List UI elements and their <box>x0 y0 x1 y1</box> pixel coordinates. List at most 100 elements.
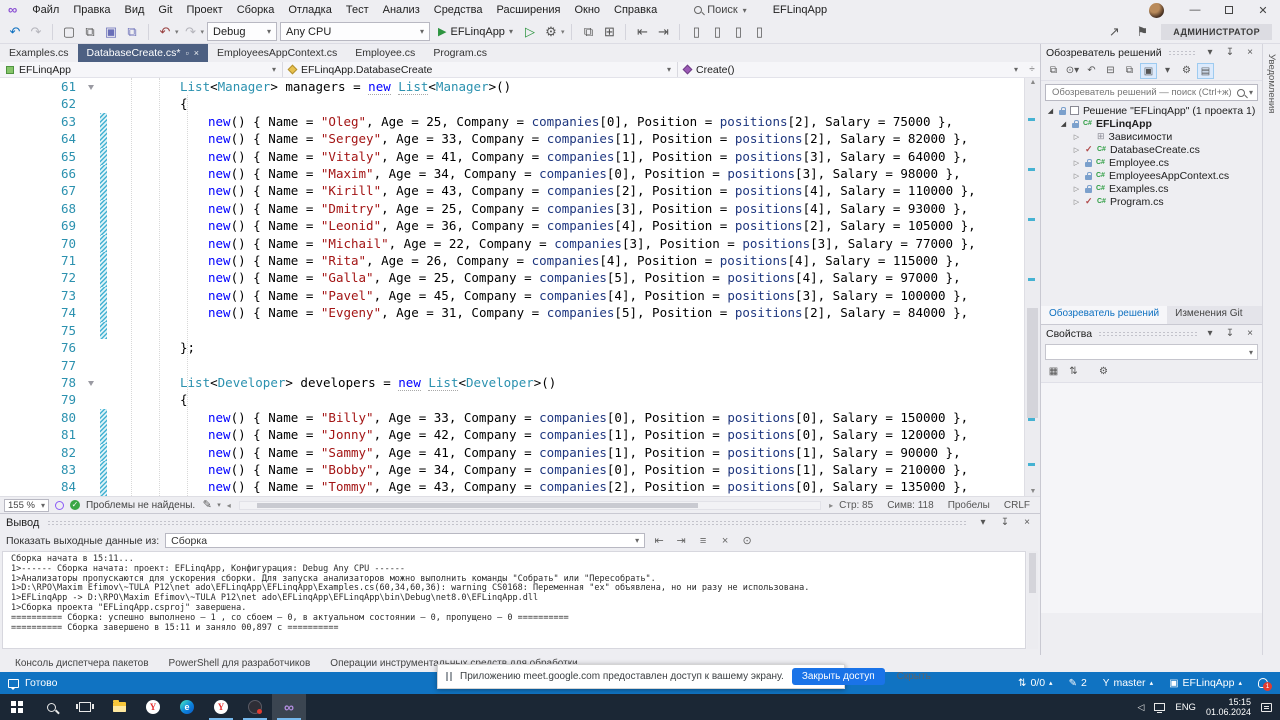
platform-dropdown[interactable]: Any CPU ▾ <box>280 22 431 41</box>
expanded-arrow-icon[interactable]: ◢ <box>1059 120 1068 128</box>
menu-item[interactable]: Справка <box>607 0 664 20</box>
taskbar-screen-share-button[interactable] <box>238 694 272 720</box>
code-line[interactable]: 64 new() { Name = "Sergey", Age = 33, Com… <box>0 130 1024 148</box>
breadcrumb-segment[interactable]: Create() ▾ <box>678 62 1024 77</box>
clock[interactable]: 15:15 01.06.2024 <box>1206 697 1251 717</box>
properties-grid[interactable] <box>1041 383 1262 613</box>
code-line[interactable]: 62 { <box>0 95 1024 112</box>
user-avatar[interactable] <box>1149 2 1164 18</box>
scroll-up-icon[interactable]: ▲ <box>1025 79 1041 86</box>
code-line[interactable]: 78 List<Developer> developers = new List<… <box>0 374 1024 391</box>
code-line[interactable]: 63 new() { Name = "Oleg", Age = 25, Compa… <box>0 112 1024 131</box>
output-scrollbar[interactable] <box>1027 551 1038 649</box>
chevron-down-icon[interactable]: ▾ <box>561 28 565 36</box>
tree-item[interactable]: ▷ ⊞ Зависимости <box>1041 130 1262 143</box>
save-all-icon[interactable]: ⧉ <box>123 22 141 42</box>
solution-explorer-header[interactable]: Обозреватель решений ▾ ↧ × <box>1041 44 1262 61</box>
close-panel-icon[interactable]: × <box>1243 47 1257 58</box>
document-tab[interactable]: Program.cs <box>424 44 496 62</box>
code-line[interactable]: 74 new() { Name = "Evgeny", Age = 31, Com… <box>0 304 1024 322</box>
timestamp-icon[interactable]: ⊙ <box>739 534 755 547</box>
collapsed-arrow-icon[interactable]: ▷ <box>1072 159 1081 167</box>
indentation-mode[interactable]: Пробелы <box>948 500 990 511</box>
properties-icon[interactable]: ⧉ <box>1121 63 1138 79</box>
chevron-down-icon[interactable]: ▾ <box>175 28 179 36</box>
code-line[interactable]: 69 new() { Name = "Leonid", Age = 36, Com… <box>0 217 1024 235</box>
next-message-icon[interactable]: ⇥ <box>673 534 689 547</box>
panel-tab[interactable]: Консоль диспетчера пакетов <box>6 655 158 672</box>
chevron-down-icon[interactable]: ▾ <box>1159 63 1176 79</box>
taskbar-task-view-button[interactable] <box>68 694 102 720</box>
network-icon[interactable] <box>1154 703 1166 713</box>
code-line[interactable]: 83 new() { Name = "Bobby", Age = 34, Comp… <box>0 460 1024 479</box>
taskbar-file-explorer-button[interactable] <box>102 694 136 720</box>
code-line[interactable]: 79 { <box>0 391 1024 408</box>
tree-item[interactable]: ▷ C# EmployeesAppContext.cs <box>1041 169 1262 182</box>
taskbar-yandex-browser-button[interactable]: Y <box>136 694 170 720</box>
output-source-dropdown[interactable]: Сборка ▾ <box>165 533 646 548</box>
code-line[interactable]: 76}; <box>0 339 1024 356</box>
tree-item[interactable]: ◢ C# EFLinqApp <box>1041 117 1262 130</box>
collapsed-arrow-icon[interactable]: ▷ <box>1072 146 1081 154</box>
code-line[interactable]: 66 new() { Name = "Maxim", Age = 34, Comp… <box>0 165 1024 183</box>
tool-window-tab[interactable]: Обозреватель решений <box>1041 306 1168 324</box>
breadcrumb-segment[interactable]: EFLinqApp ▾ <box>0 62 283 77</box>
solution-search-box[interactable]: ▾ <box>1045 84 1258 101</box>
scrollbar-thumb[interactable] <box>1029 553 1036 593</box>
language-indicator[interactable]: ENG <box>1175 702 1196 713</box>
categorized-view-icon[interactable]: ▦ <box>1045 364 1062 380</box>
start-debugging-button[interactable]: ▶ EFLinqApp ▾ <box>433 22 518 42</box>
pin-icon[interactable]: ↧ <box>1223 47 1237 58</box>
code-line[interactable]: 73 new() { Name = "Pavel", Age = 45, Comp… <box>0 286 1024 305</box>
undo-icon[interactable]: ↶ <box>156 22 174 42</box>
taskbar-start-button[interactable] <box>0 694 34 720</box>
code-cleanup-icon[interactable]: ✎ <box>201 495 213 515</box>
document-tab[interactable]: Employee.cs <box>346 44 424 62</box>
configuration-dropdown[interactable]: Debug ▾ <box>207 22 278 41</box>
code-line[interactable]: 67 new() { Name = "Kirill", Age = 43, Com… <box>0 182 1024 200</box>
collapsed-arrow-icon[interactable]: ▷ <box>1072 172 1081 180</box>
code-editor[interactable]: 61 List<Manager> managers = new List<Mana… <box>0 78 1024 496</box>
zoom-dropdown[interactable]: 155 % ▾ <box>4 498 49 512</box>
code-line[interactable]: 77 <box>0 357 1024 374</box>
new-file-icon[interactable]: ▢ <box>60 22 78 42</box>
output-text[interactable]: Сборка начата в 15:11... 1>------ Сборка … <box>2 551 1026 649</box>
action-center-icon[interactable] <box>1261 702 1272 712</box>
speaker-icon[interactable]: ◁ <box>1137 702 1144 713</box>
tree-item[interactable]: ▷ ✓ C# Program.cs <box>1041 195 1262 208</box>
chevron-down-icon[interactable]: ▾ <box>201 28 205 36</box>
show-all-files-icon[interactable]: ▤ <box>1197 62 1214 79</box>
editor-vertical-scrollbar[interactable]: ▲ ▼ <box>1024 78 1040 496</box>
menu-item[interactable]: Окно <box>567 0 607 20</box>
tree-item[interactable]: ▷ C# Employee.cs <box>1041 156 1262 169</box>
fold-collapse-icon[interactable] <box>84 78 100 95</box>
previous-message-icon[interactable]: ⇤ <box>651 534 667 547</box>
code-line[interactable]: 81 new() { Name = "Jonny", Age = 42, Comp… <box>0 426 1024 444</box>
window-position-icon[interactable]: ▾ <box>1203 328 1217 339</box>
pending-changes-status[interactable]: ✎ 2 <box>1061 672 1095 694</box>
editor-split-icon[interactable]: ÷ <box>1024 62 1040 78</box>
menu-item[interactable]: Файл <box>25 0 66 20</box>
next-bookmark-icon[interactable]: ▯ <box>708 22 726 42</box>
pending-changes-filter-icon[interactable]: ⊙▾ <box>1064 63 1081 79</box>
fold-collapse-icon[interactable] <box>84 374 100 391</box>
menu-item[interactable]: Вид <box>118 0 152 20</box>
open-file-icon[interactable]: ⧉ <box>81 22 99 42</box>
code-line[interactable]: 84 new() { Name = "Tommy", Age = 43, Comp… <box>0 478 1024 496</box>
hide-notification-button[interactable]: Скрыть <box>893 668 935 685</box>
properties-header[interactable]: Свойства ▾ ↧ × <box>1041 325 1262 342</box>
global-search[interactable]: Поиск ▾ <box>686 3 755 17</box>
scroll-down-icon[interactable]: ▼ <box>1025 488 1041 495</box>
menu-item[interactable]: Средства <box>427 0 490 20</box>
scroll-right-icon[interactable]: ▸ <box>829 501 833 510</box>
menu-item[interactable]: Сборка <box>230 0 282 20</box>
intellicode-icon[interactable] <box>54 500 64 510</box>
sync-namespaces-icon[interactable]: ↶ <box>1083 63 1100 79</box>
scroll-left-icon[interactable]: ◂ <box>227 501 231 510</box>
collapse-all-icon[interactable]: ⊟ <box>1102 63 1119 79</box>
tool-window-tab[interactable]: Изменения Git <box>1167 306 1250 324</box>
word-wrap-icon[interactable]: ≡ <box>695 535 711 547</box>
window-position-icon[interactable]: ▾ <box>976 517 990 528</box>
sync-status[interactable]: ⇅ 0/0 ▴ <box>1010 672 1061 694</box>
scrollbar-thumb[interactable] <box>1027 308 1038 418</box>
